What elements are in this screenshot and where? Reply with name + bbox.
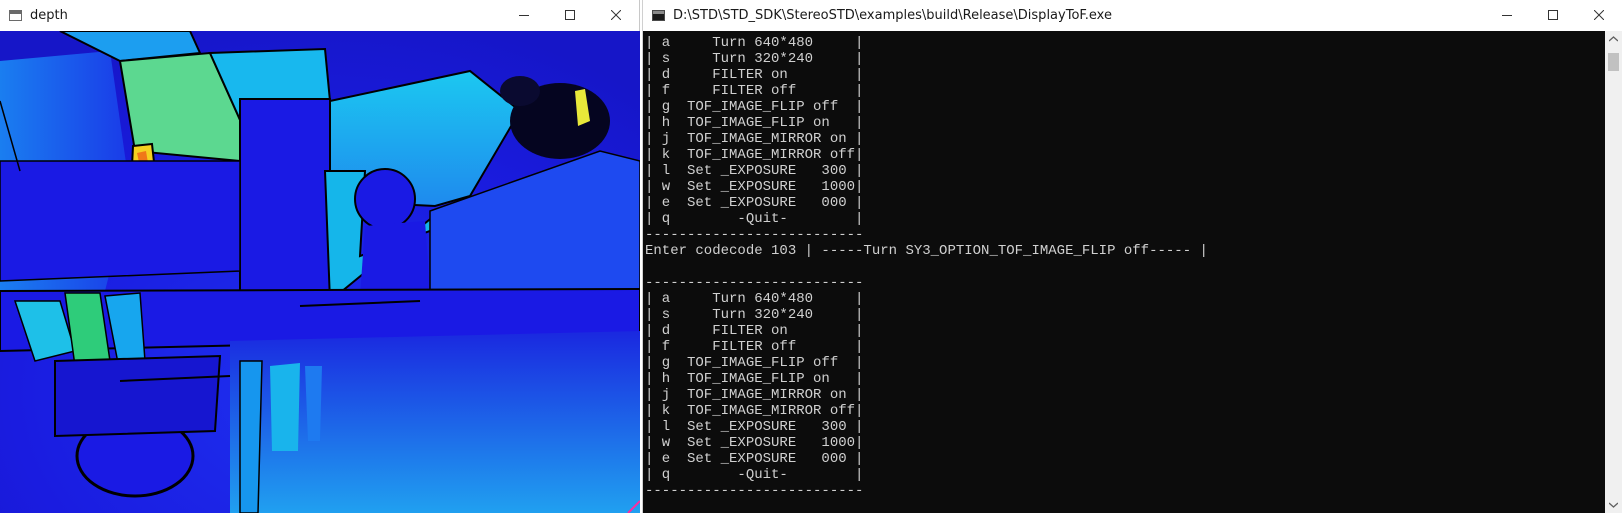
minimize-button[interactable] <box>1484 0 1530 30</box>
console-line: | e Set _EXPOSURE 000 | <box>645 451 864 467</box>
console-line: -------------------------- <box>645 275 864 291</box>
close-icon <box>611 10 621 20</box>
depth-window-title: depth <box>30 7 68 23</box>
console-line: | e Set _EXPOSURE 000 | <box>645 195 864 211</box>
scroll-thumb[interactable] <box>1608 53 1619 71</box>
window-app-icon <box>9 9 22 21</box>
console-titlebar[interactable]: D:\STD\STD_SDK\StereoSTD\examples\build\… <box>643 0 1622 30</box>
scroll-down-arrow-icon[interactable] <box>1609 502 1618 508</box>
console-line: | k TOF_IMAGE_MIRROR off| <box>645 147 864 163</box>
console-line: | d FILTER on | <box>645 67 864 83</box>
console-line: | s Turn 320*240 | <box>645 51 864 67</box>
console-app-icon <box>652 9 665 21</box>
console-line: | f FILTER off | <box>645 83 864 99</box>
console-line: | g TOF_IMAGE_FLIP off | <box>645 355 864 371</box>
minimize-icon <box>519 15 529 16</box>
minimize-button[interactable] <box>501 0 547 30</box>
console-line: | d FILTER on | <box>645 323 864 339</box>
console-line: | h TOF_IMAGE_FLIP on | <box>645 371 864 387</box>
console-text: | a Turn 640*480 | | s Turn 320*240 | | d … <box>645 35 1208 499</box>
console-line: | l Set _EXPOSURE 300 | <box>645 163 864 179</box>
console-line: Enter codecode 103 | -----Turn SY3_OPTIO… <box>645 243 1208 259</box>
depth-image <box>0 31 640 513</box>
console-line: | q -Quit- | <box>645 211 864 227</box>
console-line: -------------------------- <box>645 227 864 243</box>
console-line: | f FILTER off | <box>645 339 864 355</box>
console-line: | j TOF_IMAGE_MIRROR on | <box>645 387 864 403</box>
console-line: | k TOF_IMAGE_MIRROR off| <box>645 403 864 419</box>
minimize-icon <box>1502 15 1512 16</box>
console-line: | l Set _EXPOSURE 300 | <box>645 419 864 435</box>
depth-titlebar[interactable]: depth <box>0 0 639 30</box>
console-line: | a Turn 640*480 | <box>645 35 864 51</box>
console-output[interactable]: | a Turn 640*480 | | s Turn 320*240 | | d … <box>643 31 1622 513</box>
close-button[interactable] <box>593 0 639 30</box>
console-line: | h TOF_IMAGE_FLIP on | <box>645 115 864 131</box>
console-line: | s Turn 320*240 | <box>645 307 864 323</box>
console-line: -------------------------- <box>645 483 864 499</box>
scroll-up-arrow-icon[interactable] <box>1609 36 1618 42</box>
console-scrollbar[interactable] <box>1605 31 1622 513</box>
console-line: | j TOF_IMAGE_MIRROR on | <box>645 131 864 147</box>
close-button[interactable] <box>1576 0 1622 30</box>
console-line: | w Set _EXPOSURE 1000| <box>645 435 864 451</box>
console-line: | g TOF_IMAGE_FLIP off | <box>645 99 864 115</box>
depth-window: depth <box>0 0 640 513</box>
console-line: | w Set _EXPOSURE 1000| <box>645 179 864 195</box>
maximize-icon <box>1548 10 1558 20</box>
maximize-button[interactable] <box>1530 0 1576 30</box>
console-line: | q -Quit- | <box>645 467 864 483</box>
console-window-title: D:\STD\STD_SDK\StereoSTD\examples\build\… <box>673 7 1112 23</box>
close-icon <box>1594 10 1604 20</box>
console-window: D:\STD\STD_SDK\StereoSTD\examples\build\… <box>642 0 1622 513</box>
maximize-icon <box>565 10 575 20</box>
maximize-button[interactable] <box>547 0 593 30</box>
depth-map-graphic <box>0 31 640 513</box>
console-line: | a Turn 640*480 | <box>645 291 864 307</box>
